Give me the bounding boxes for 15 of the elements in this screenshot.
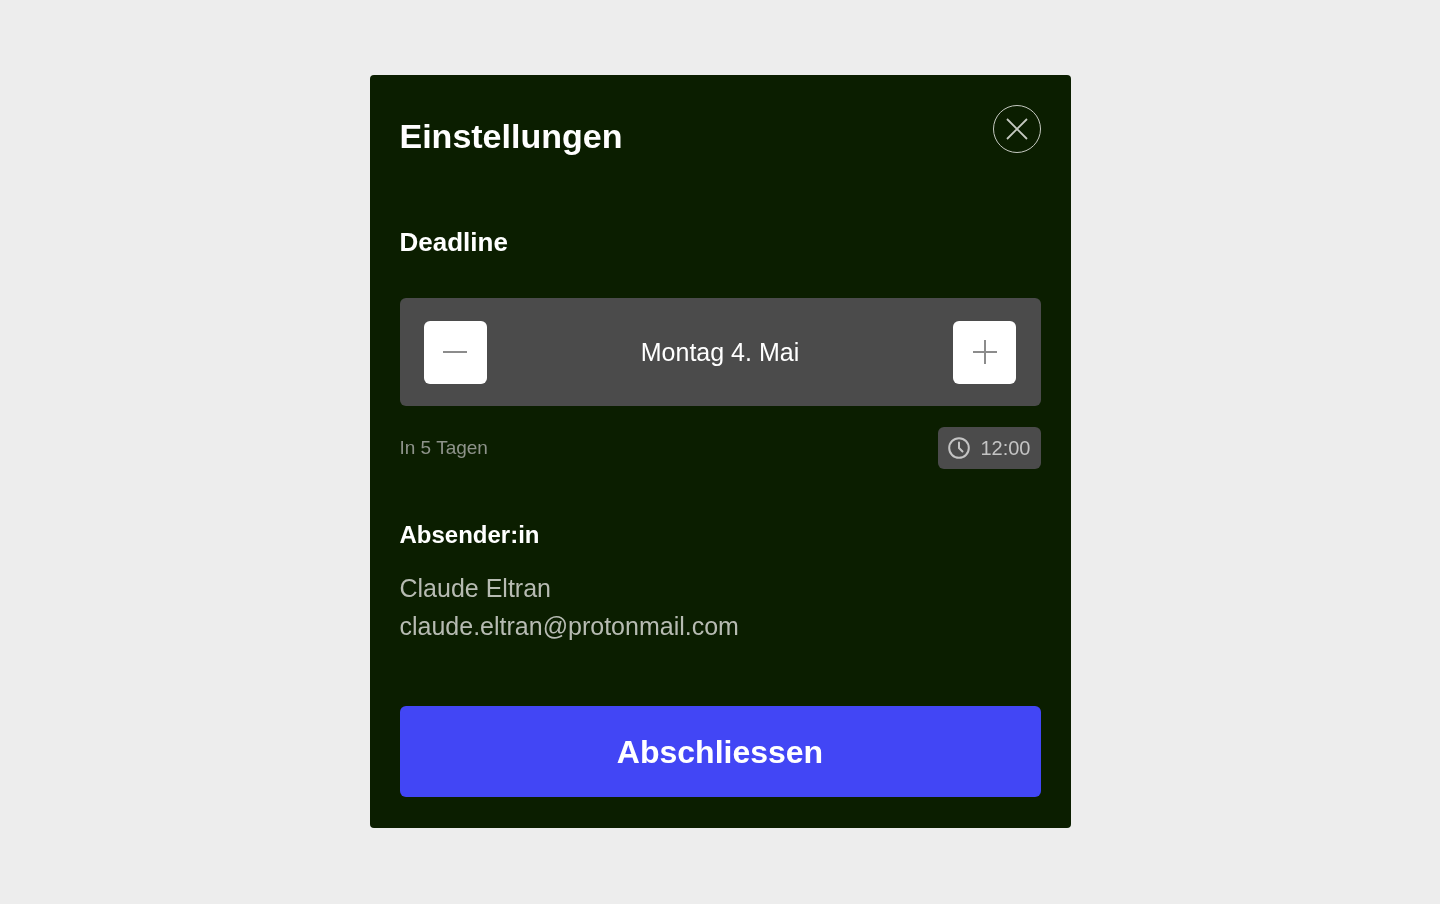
section-heading: Absender:in [399, 520, 540, 550]
section-heading: Deadline [399, 226, 508, 258]
decrement-button[interactable] [423, 320, 487, 384]
finish-button[interactable]: Abschliessen [399, 706, 1041, 797]
date-value: Montag 4. Mai [640, 337, 800, 368]
minus-icon [443, 351, 467, 353]
increment-button[interactable] [953, 320, 1017, 384]
dialog-title: Einstellungen [399, 116, 623, 156]
clock-icon [948, 437, 971, 459]
time-button[interactable]: 12:00 [938, 427, 1041, 469]
sender-name: Claude Eltran [399, 573, 551, 604]
relative-date-text: In 5 Tagen [399, 436, 488, 460]
sender-email: claude.eltran@protonmail.com [399, 611, 739, 642]
plus-icon [973, 340, 997, 364]
close-icon [1005, 118, 1028, 140]
